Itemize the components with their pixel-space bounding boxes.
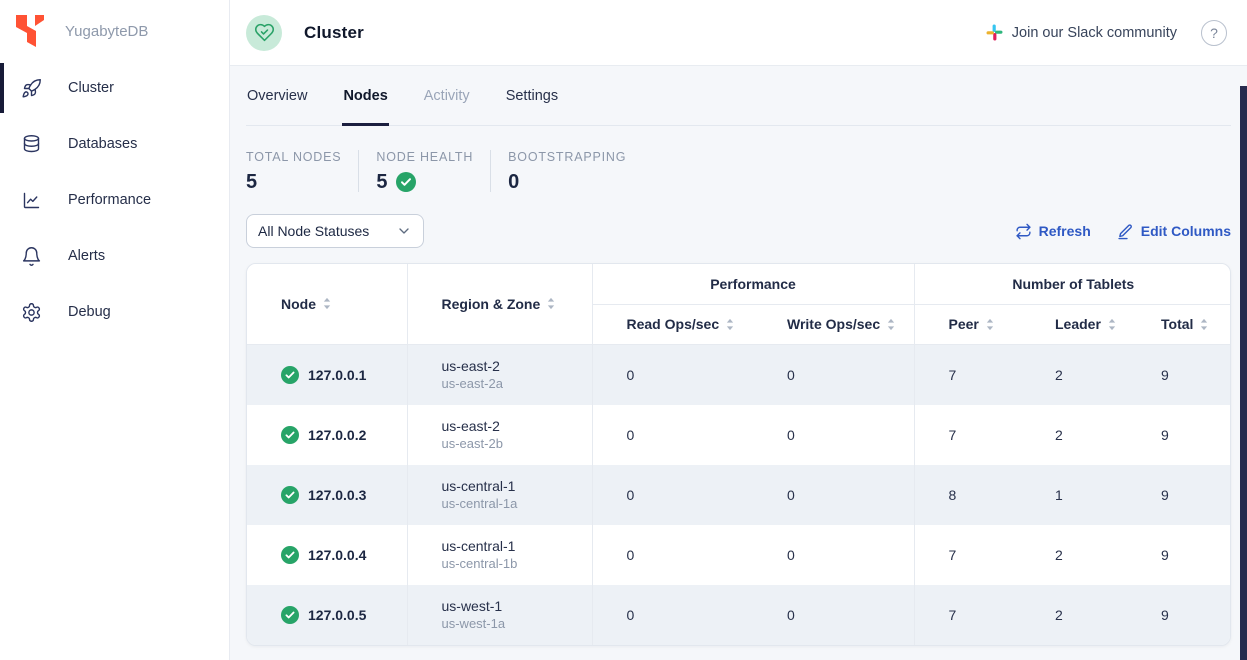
database-icon: [20, 133, 42, 155]
content: Overview Nodes Activity Settings TOTAL NODE…: [230, 66, 1247, 660]
sort-icon: [1199, 318, 1209, 331]
sort-icon: [322, 297, 332, 310]
table-toolbar: All Node Statuses Refresh: [246, 214, 1231, 248]
column-header-read-ops[interactable]: Read Ops/sec: [592, 304, 753, 344]
edit-pencil-icon: [1117, 223, 1134, 240]
column-header-region-zone[interactable]: Region & Zone: [407, 264, 592, 344]
node-status-healthy-icon: [281, 426, 299, 444]
refresh-icon: [1015, 223, 1032, 240]
page-title: Cluster: [304, 23, 364, 43]
tab-activity[interactable]: Activity: [423, 88, 471, 125]
sidebar-item-label: Debug: [68, 304, 111, 320]
brand-name: YugabyteDB: [65, 23, 148, 40]
sidebar-item-debug[interactable]: Debug: [0, 287, 229, 337]
table-row[interactable]: 127.0.0.5us-west-1us-west-1a00729: [247, 585, 1231, 645]
edit-columns-button[interactable]: Edit Columns: [1117, 223, 1231, 240]
bell-icon: [20, 245, 42, 267]
sidebar-item-alerts[interactable]: Alerts: [0, 231, 229, 281]
page-header: Cluster Join our Slack community ?: [230, 0, 1247, 66]
group-header-performance: Performance: [592, 264, 914, 304]
slack-icon: [986, 24, 1003, 41]
scrollbar-thumb[interactable]: [1240, 86, 1247, 660]
tab-bar: Overview Nodes Activity Settings: [246, 66, 1231, 126]
stat-bootstrapping: BOOTSTRAPPING0: [490, 150, 643, 192]
tab-overview[interactable]: Overview: [246, 88, 308, 125]
chevron-down-icon: [396, 223, 412, 239]
refresh-button[interactable]: Refresh: [1015, 223, 1091, 240]
sort-icon: [1107, 318, 1117, 331]
node-status-healthy-icon: [281, 486, 299, 504]
sidebar-item-performance[interactable]: Performance: [0, 175, 229, 225]
column-header-peer[interactable]: Peer: [914, 304, 1021, 344]
sort-icon: [546, 297, 556, 310]
sidebar: YugabyteDB Cluster Databases Performance Al…: [0, 0, 230, 660]
main-area: Cluster Join our Slack community ?: [230, 0, 1247, 660]
sidebar-item-databases[interactable]: Databases: [0, 119, 229, 169]
table-row[interactable]: 127.0.0.2us-east-2us-east-2b00729: [247, 405, 1231, 465]
sidebar-item-label: Cluster: [68, 80, 114, 96]
cluster-health-heart-icon: [246, 15, 282, 51]
sidebar-item-label: Performance: [68, 192, 151, 208]
sidebar-nav: Cluster Databases Performance Alerts Debug: [0, 63, 229, 337]
column-header-total[interactable]: Total: [1127, 304, 1231, 344]
node-health-check-icon: [396, 172, 416, 192]
column-header-leader[interactable]: Leader: [1021, 304, 1127, 344]
app-window: YugabyteDB Cluster Databases Performance Al…: [0, 0, 1247, 660]
column-header-write-ops[interactable]: Write Ops/sec: [753, 304, 914, 344]
node-status-filter[interactable]: All Node Statuses: [246, 214, 424, 248]
sidebar-item-label: Databases: [68, 136, 137, 152]
slack-community-link[interactable]: Join our Slack community: [986, 24, 1177, 41]
rocket-icon: [20, 77, 42, 99]
group-header-number-of-tablets: Number of Tablets: [914, 264, 1231, 304]
gear-icon: [20, 301, 42, 323]
node-status-healthy-icon: [281, 606, 299, 624]
sidebar-item-cluster[interactable]: Cluster: [0, 63, 229, 113]
stat-node-health: NODE HEALTH5: [358, 150, 490, 192]
stats-row: TOTAL NODES5NODE HEALTH5BOOTSTRAPPING0: [246, 150, 1231, 192]
table-row[interactable]: 127.0.0.3us-central-1us-central-1a00819: [247, 465, 1231, 525]
nodes-table-card: Node Region & Zone Performance Number of…: [246, 263, 1231, 646]
sort-icon: [985, 318, 995, 331]
brand: YugabyteDB: [0, 0, 229, 50]
column-header-node[interactable]: Node: [247, 264, 407, 344]
yugabytedb-logo: [14, 14, 44, 48]
help-button[interactable]: ?: [1201, 20, 1227, 46]
sidebar-item-label: Alerts: [68, 248, 105, 264]
nodes-table: Node Region & Zone Performance Number of…: [247, 264, 1231, 645]
chart-icon: [20, 189, 42, 211]
node-status-healthy-icon: [281, 546, 299, 564]
node-status-healthy-icon: [281, 366, 299, 384]
table-row[interactable]: 127.0.0.1us-east-2us-east-2a00729: [247, 344, 1231, 405]
table-row[interactable]: 127.0.0.4us-central-1us-central-1b00729: [247, 525, 1231, 585]
tab-settings[interactable]: Settings: [505, 88, 559, 125]
sort-icon: [886, 318, 896, 331]
tab-nodes[interactable]: Nodes: [342, 88, 388, 125]
sort-icon: [725, 318, 735, 331]
stat-total-nodes: TOTAL NODES5: [246, 150, 358, 192]
